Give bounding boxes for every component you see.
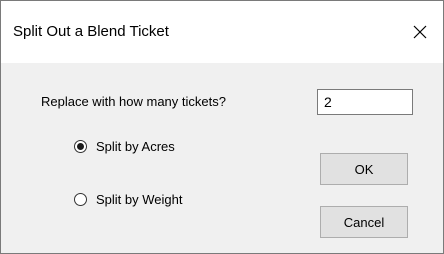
title-bar: Split Out a Blend Ticket — [1, 1, 443, 63]
cancel-button[interactable]: Cancel — [320, 206, 408, 238]
split-by-acres-label: Split by Acres — [96, 139, 175, 154]
ticket-count-label: Replace with how many tickets? — [41, 94, 226, 109]
ok-button[interactable]: OK — [320, 153, 408, 185]
split-by-acres-option[interactable]: Split by Acres — [74, 139, 175, 154]
ticket-count-input[interactable] — [317, 89, 413, 115]
radio-selected-icon — [74, 140, 87, 153]
close-button[interactable] — [405, 17, 435, 47]
radio-unselected-icon — [74, 193, 87, 206]
split-by-weight-option[interactable]: Split by Weight — [74, 192, 182, 207]
window-title: Split Out a Blend Ticket — [13, 23, 169, 40]
close-icon — [413, 25, 427, 39]
split-by-weight-label: Split by Weight — [96, 192, 183, 207]
split-blend-ticket-dialog: Split Out a Blend Ticket Replace with ho… — [0, 0, 444, 254]
